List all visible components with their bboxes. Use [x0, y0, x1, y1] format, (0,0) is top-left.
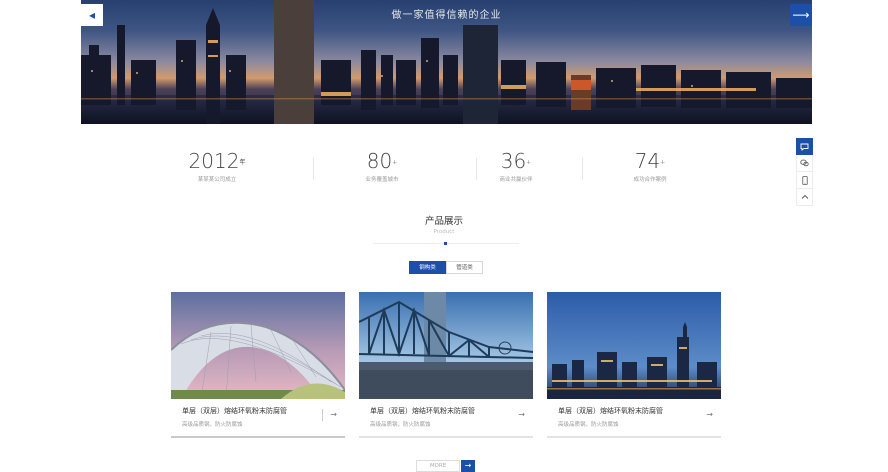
- card-desc: 高级品质钢，防火防腐蚀: [558, 422, 619, 428]
- stats-row: 2012年 某某某公司成立 80+ 业务覆盖城市 36+ 商业共赢伙伴 74+ …: [170, 148, 730, 188]
- product-card[interactable]: 单层（双层）熔结环氧粉末防腐管 高级品质钢，防火防腐蚀 →: [547, 292, 721, 438]
- product-image-bridge: [359, 292, 533, 399]
- product-card[interactable]: 单层（双层）熔结环氧粉末防腐管 高级品质钢，防火防腐蚀 →: [171, 292, 345, 438]
- product-card[interactable]: 单层（双层）熔结环氧粉末防腐管 高级品质钢，防火防腐蚀 →: [359, 292, 533, 438]
- more-button[interactable]: MORE: [416, 460, 460, 472]
- side-toolbar: [796, 138, 813, 206]
- product-image-stadium: [171, 292, 345, 399]
- hero-slogan: 做一家值得信赖的企业: [391, 10, 502, 21]
- card-title[interactable]: 单层（双层）熔结环氧粉末防腐管: [182, 406, 287, 416]
- section-title: 产品展示: [424, 216, 463, 227]
- stat-unit: +: [660, 159, 666, 166]
- chat-button[interactable]: [796, 138, 813, 155]
- card-desc: 高级品质钢，防火防腐蚀: [370, 422, 431, 428]
- banner-prev-button[interactable]: ◂: [81, 4, 103, 26]
- arrow-right-icon[interactable]: →: [518, 410, 525, 419]
- section-indicator: [444, 242, 447, 245]
- stat-unit: +: [526, 159, 532, 166]
- stat-value: 2012: [188, 149, 240, 173]
- stat-unit: +: [392, 159, 398, 166]
- divider: [582, 158, 583, 180]
- chat-icon: [800, 143, 809, 151]
- tab-steel-structure[interactable]: 钢构类: [409, 261, 446, 274]
- stat-cases: 74+ 成功合作案例: [595, 148, 705, 183]
- card-desc: 高级品质钢，防火防腐蚀: [182, 422, 243, 428]
- stat-label: 成功合作案例: [633, 177, 667, 183]
- chevron-up-icon: [801, 194, 808, 199]
- product-image-city-night: [547, 292, 721, 399]
- stat-value: 80: [366, 149, 393, 173]
- arrow-right-icon[interactable]: →: [461, 460, 475, 472]
- arrow-right-icon[interactable]: →: [330, 410, 337, 419]
- section-subtitle: Product: [433, 229, 455, 235]
- card-title[interactable]: 单层（双层）熔结环氧粉末防腐管: [558, 406, 663, 416]
- stat-label: 某某某公司成立: [197, 177, 237, 183]
- divider: [322, 409, 323, 421]
- arrow-right-icon: ⟶: [792, 8, 810, 22]
- stat-label: 商业共赢伙伴: [499, 177, 533, 183]
- card-underline: [547, 436, 721, 438]
- wechat-icon: [800, 159, 809, 167]
- mobile-icon: [801, 175, 808, 185]
- page: 做一家值得信赖的企业 ◂ ⟶ 2012年 某某某公司成立 80+ 业务覆盖城市 …: [0, 0, 888, 472]
- stat-value: 36: [500, 149, 527, 173]
- card-underline: [359, 436, 533, 438]
- arrow-right-icon[interactable]: →: [706, 410, 713, 419]
- back-to-top-button[interactable]: [796, 189, 813, 206]
- stat-partners: 36+ 商业共赢伙伴: [461, 148, 571, 183]
- tab-pipes[interactable]: 管道类: [446, 261, 483, 274]
- banner-next-button[interactable]: ⟶: [790, 4, 812, 26]
- stat-unit: 年: [239, 159, 246, 166]
- stat-value: 74: [634, 149, 661, 173]
- stat-cities: 80+ 业务覆盖城市: [327, 148, 437, 183]
- arrow-left-icon: ◂: [88, 8, 96, 22]
- wechat-button[interactable]: [796, 155, 813, 172]
- card-underline: [171, 436, 345, 438]
- stat-label: 业务覆盖城市: [365, 177, 399, 183]
- mobile-button[interactable]: [796, 172, 813, 189]
- divider: [313, 158, 314, 180]
- card-title[interactable]: 单层（双层）熔结环氧粉末防腐管: [370, 406, 475, 416]
- stat-founded: 2012年 某某某公司成立: [162, 148, 272, 183]
- hero-banner: 做一家值得信赖的企业: [81, 0, 812, 124]
